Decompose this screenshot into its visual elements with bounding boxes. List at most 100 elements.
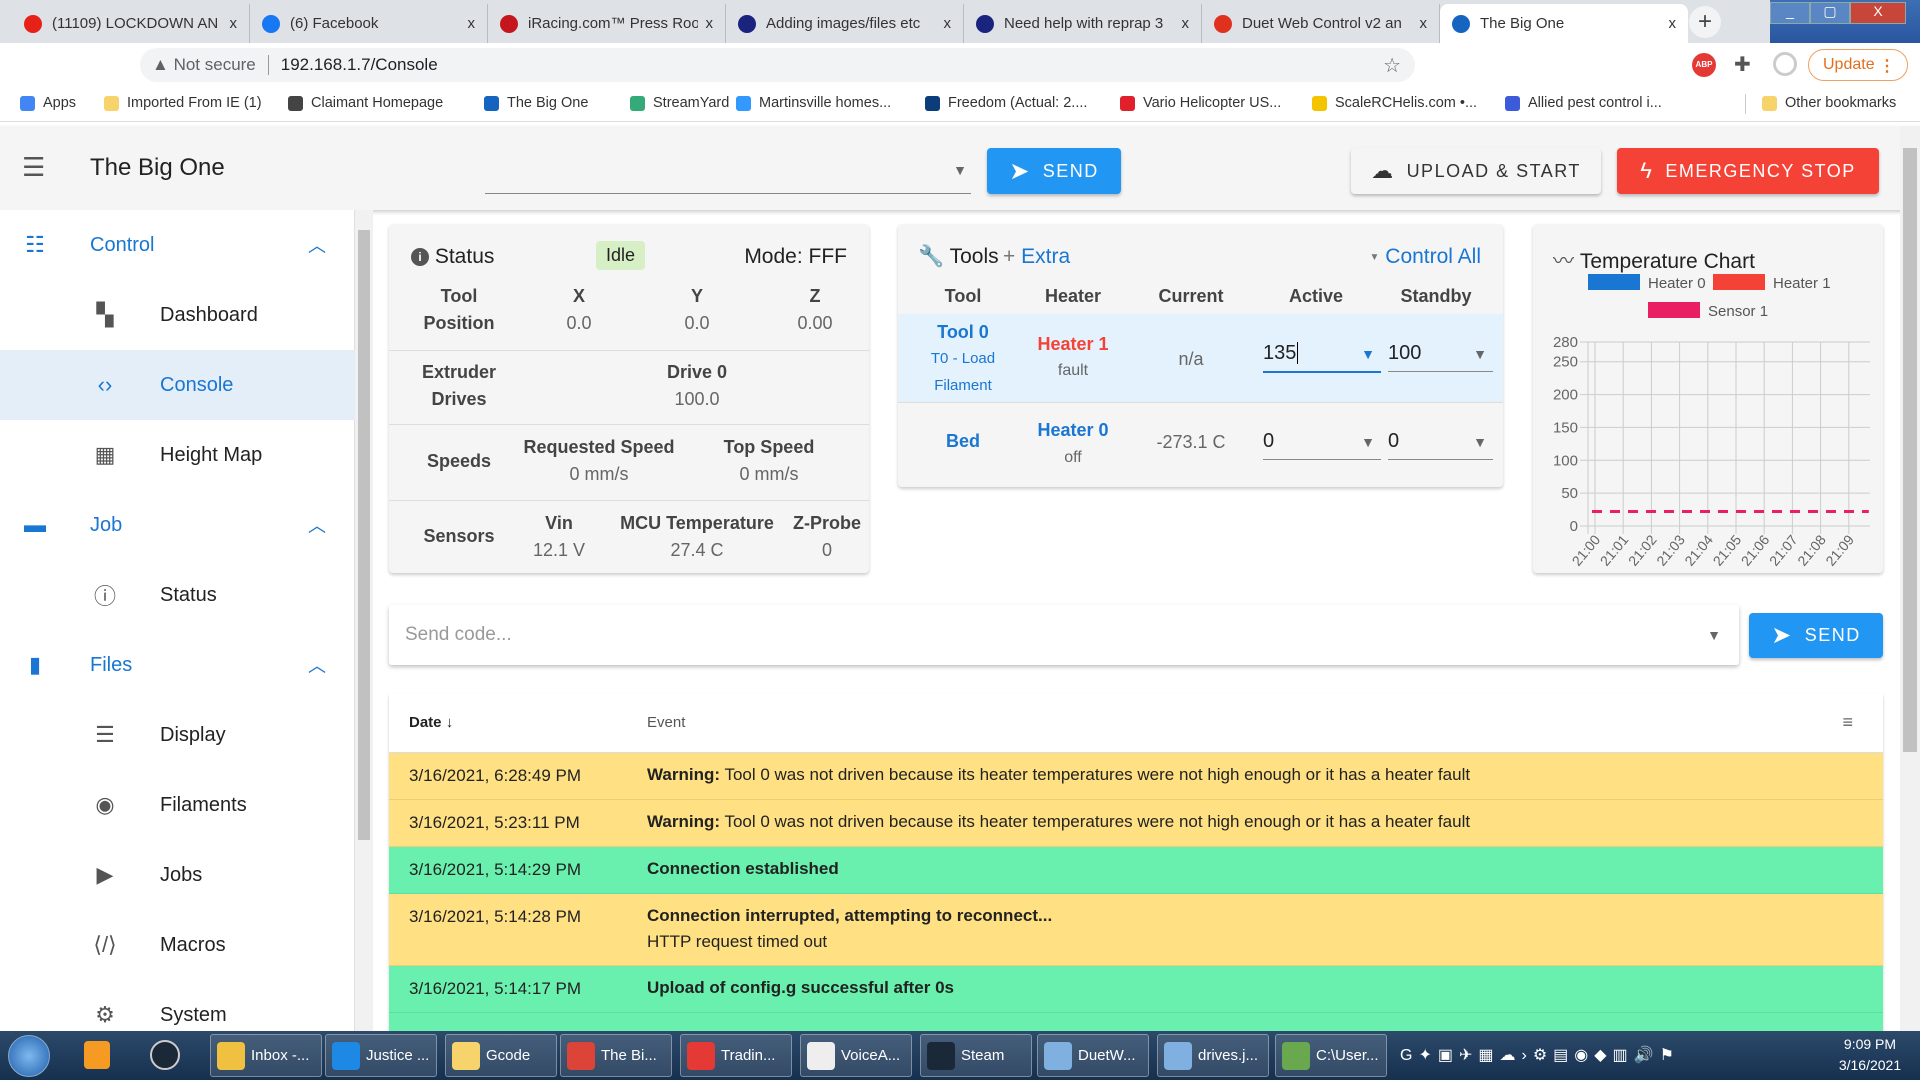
bed-standby-input[interactable]: 0 ▼	[1388, 430, 1493, 460]
taskbar-item[interactable]: Gcode	[445, 1034, 557, 1077]
clock-date[interactable]: 3/16/2021	[1830, 1057, 1910, 1073]
extra-button[interactable]: + Extra	[1003, 245, 1070, 269]
clock-time[interactable]: 9:09 PM	[1830, 1036, 1910, 1052]
send-code-input[interactable]: Send code... ▼	[389, 605, 1739, 665]
close-tab-icon[interactable]: x	[706, 15, 714, 32]
close-tab-icon[interactable]: x	[230, 15, 238, 32]
menu-icon[interactable]: ☰	[22, 152, 45, 183]
taskbar-item[interactable]: drives.j...	[1157, 1034, 1269, 1077]
extensions-icon[interactable]: ✚	[1734, 52, 1751, 77]
sidebar-item-job[interactable]: ▬ Job ︿	[0, 490, 355, 560]
sidebar-item-control[interactable]: ☷ Control ︿	[0, 210, 355, 280]
minimize-button[interactable]: _	[1770, 2, 1810, 24]
browser-tab[interactable]: Duet Web Control v2 an x	[1202, 4, 1440, 43]
sidebar-item-files[interactable]: ▮ Files ︿	[0, 630, 355, 700]
emergency-stop-button[interactable]: ϟ EMERGENCY STOP	[1617, 148, 1879, 194]
sidebar-item-dashboard[interactable]: ▚ Dashboard	[0, 280, 355, 350]
x-tick-label: 21:09	[1822, 531, 1857, 568]
taskbar-item[interactable]: Tradin...	[680, 1034, 792, 1077]
requested-speed-value: 0 mm/s	[569, 464, 629, 484]
taskbar-item[interactable]: DuetW...	[1037, 1034, 1149, 1077]
maximize-button[interactable]: ▢	[1810, 2, 1850, 24]
bed-active-input[interactable]: 0 ▼	[1263, 430, 1381, 460]
close-tab-icon[interactable]: x	[1182, 15, 1190, 32]
bookmark-icon	[484, 95, 499, 111]
sidebar-item-display[interactable]: ☰ Display	[0, 700, 355, 770]
code-input-top[interactable]: ▼	[485, 156, 971, 194]
adblock-icon[interactable]: ABP	[1692, 53, 1716, 77]
taskbar-item[interactable]: Justice ...	[325, 1034, 437, 1077]
taskbar-item[interactable]: VoiceA...	[800, 1034, 912, 1077]
other-bookmarks[interactable]: Other bookmarks	[1762, 95, 1896, 111]
control-all-button[interactable]: ▼ Control All	[1370, 245, 1481, 269]
sidebar-item-jobs[interactable]: ▶ Jobs	[0, 840, 355, 910]
upload-start-button[interactable]: ☁ UPLOAD & START	[1351, 148, 1601, 194]
close-tab-icon[interactable]: x	[1669, 15, 1677, 32]
tab-title: Adding images/files etc	[766, 15, 921, 32]
bookmark-item[interactable]: Freedom (Actual: 2....	[925, 95, 1087, 111]
bookmark-item[interactable]: Martinsville homes...	[736, 95, 891, 111]
omnibox[interactable]: ▲ Not secure 192.168.1.7/Console ☆	[140, 48, 1415, 82]
steam-pinned-icon[interactable]	[150, 1040, 180, 1070]
x-tick-label: 21:08	[1794, 531, 1829, 568]
taskbar-item-label: VoiceA...	[841, 1047, 901, 1064]
close-tab-icon[interactable]: x	[944, 15, 952, 32]
taskbar-item[interactable]: Inbox -...	[210, 1034, 322, 1077]
heater-1-button[interactable]: Heater 1	[1023, 334, 1123, 355]
bookmark-item[interactable]: StreamYard	[630, 95, 729, 111]
system-tray-icons[interactable]: G✦▣✈▦☁›⚙▤◉◆▥🔊⚑	[1400, 1045, 1680, 1065]
close-tab-icon[interactable]: x	[468, 15, 476, 32]
tool-0-active-input[interactable]: 135 ▼	[1263, 342, 1381, 373]
tool-0-link[interactable]: Tool 0	[918, 322, 1008, 343]
browser-tab[interactable]: iRacing.com™ Press Roo x	[488, 4, 726, 43]
sidebar-item-status[interactable]: ⓘ Status	[0, 560, 355, 630]
profile-avatar[interactable]	[1773, 52, 1797, 76]
taskbar-item[interactable]: Steam	[920, 1034, 1032, 1077]
start-button[interactable]	[8, 1035, 50, 1077]
media-player-icon[interactable]	[84, 1041, 110, 1069]
load-filament-link-2[interactable]: Filament	[908, 377, 1018, 394]
table-menu-icon[interactable]: ≡	[1842, 712, 1853, 733]
browser-tab[interactable]: The Big One x	[1440, 4, 1688, 43]
chevron-up-icon[interactable]: ︿	[308, 512, 326, 538]
browser-tab[interactable]: Adding images/files etc x	[726, 4, 964, 43]
send-button-top[interactable]: ➤ SEND	[987, 148, 1121, 194]
warning-icon: ▲	[152, 55, 174, 74]
bookmark-item[interactable]: Allied pest control i...	[1505, 95, 1662, 111]
bookmark-item[interactable]: The Big One	[484, 95, 588, 111]
load-filament-link[interactable]: T0 - Load	[908, 350, 1018, 367]
tool-0-standby-input[interactable]: 100 ▼	[1388, 342, 1493, 372]
bed-link[interactable]: Bed	[918, 431, 1008, 452]
sidebar-item-console[interactable]: ‹› Console	[0, 350, 355, 420]
date-column-header[interactable]: Date ↓	[409, 714, 453, 731]
page-scrollbar[interactable]	[1900, 126, 1920, 1031]
sidebar-scrollbar[interactable]	[355, 210, 373, 1031]
bookmark-item[interactable]: ScaleRCHelis.com •...	[1312, 95, 1477, 111]
browser-tab[interactable]: (11109) LOCKDOWN AN x	[12, 4, 250, 43]
taskbar-item[interactable]: The Bi...	[560, 1034, 672, 1077]
sidebar-item-macros[interactable]: ⟨/⟩ Macros	[0, 910, 355, 980]
browser-tab[interactable]: (6) Facebook x	[250, 4, 488, 43]
close-tab-icon[interactable]: x	[1420, 15, 1428, 32]
new-tab-button[interactable]: +	[1689, 6, 1721, 38]
star-icon[interactable]: ☆	[1383, 53, 1401, 78]
close-window-button[interactable]: X	[1850, 2, 1906, 24]
update-button[interactable]: Update ⋮	[1808, 49, 1908, 81]
app-icon	[807, 1041, 835, 1070]
heater-0-button[interactable]: Heater 0	[1023, 420, 1123, 441]
sidebar-item-filaments[interactable]: ◉ Filaments	[0, 770, 355, 840]
browser-tab[interactable]: Need help with reprap 3 x	[964, 4, 1202, 43]
send-icon: ➤	[1771, 622, 1793, 649]
bookmark-item[interactable]: Vario Helicopter US...	[1120, 95, 1281, 111]
chevron-up-icon[interactable]: ︿	[308, 232, 326, 258]
taskbar-item[interactable]: C:\User...	[1275, 1034, 1387, 1077]
bookmark-item[interactable]: Claimant Homepage	[288, 95, 443, 111]
bookmark-item[interactable]: Apps	[20, 95, 76, 111]
chevron-down-icon[interactable]: ▼	[1707, 627, 1721, 643]
sidebar-item-height-map[interactable]: ▦ Height Map	[0, 420, 355, 490]
log-event-text: HTTP request timed out	[647, 932, 828, 951]
grid-icon: ▦	[94, 442, 116, 467]
send-code-button[interactable]: ➤ SEND	[1749, 613, 1883, 658]
chevron-up-icon[interactable]: ︿	[308, 652, 326, 678]
bookmark-item[interactable]: Imported From IE (1)	[104, 95, 262, 111]
